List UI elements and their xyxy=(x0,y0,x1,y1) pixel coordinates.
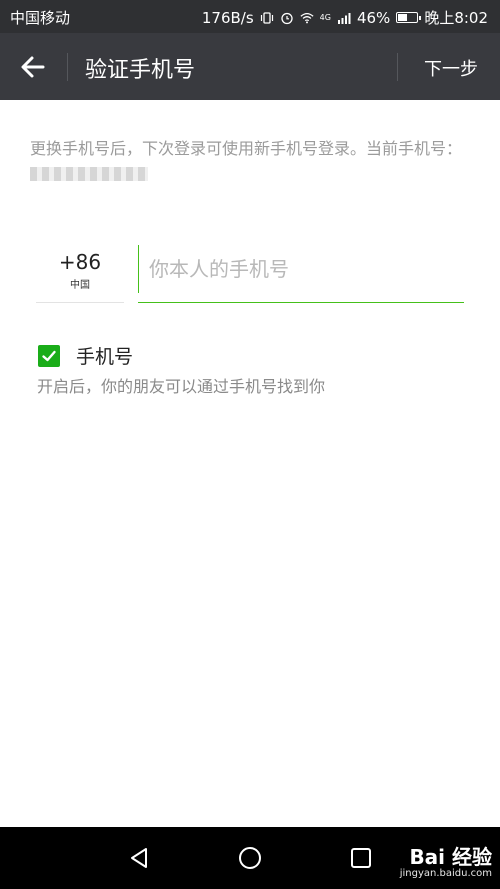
checkmark-icon xyxy=(42,350,56,361)
country-name: 中国 xyxy=(70,280,90,291)
change-phone-description: 更换手机号后，下次登录可使用新手机号登录。当前手机号： xyxy=(30,137,470,185)
phone-discoverable-option[interactable]: 手机号 xyxy=(38,342,133,369)
watermark-url: jingyan.baidu.com xyxy=(399,868,492,879)
phone-discoverable-checkbox[interactable] xyxy=(38,344,60,367)
status-icons: 176B/s 4G 46% 晚上8:02 xyxy=(202,7,488,28)
option-description: 开启后，你的朋友可以通过手机号找到你 xyxy=(37,377,326,396)
wifi-icon xyxy=(300,12,314,23)
title-bar: 验证手机号 下一步 xyxy=(0,33,500,100)
network-speed: 176B/s xyxy=(201,8,254,27)
system-nav-bar: Bai 经验 jingyan.baidu.com xyxy=(0,827,500,889)
country-code-selector[interactable]: +86 中国 xyxy=(36,248,124,303)
next-divider xyxy=(397,53,398,81)
description-text: 更换手机号后，下次登录可使用新手机号登录。当前手机号： xyxy=(30,139,463,158)
country-code: +86 xyxy=(58,250,102,274)
masked-phone-number xyxy=(30,166,148,181)
phone-input-container xyxy=(138,245,464,303)
battery-percent: 46% xyxy=(356,8,391,27)
clock: 晚上8:02 xyxy=(424,9,488,27)
page-title: 验证手机号 xyxy=(85,58,196,83)
carrier-name: 中国移动 xyxy=(10,9,71,27)
baidu-watermark: Bai 经验 jingyan.baidu.com xyxy=(400,841,492,879)
title-divider xyxy=(67,53,68,81)
nav-recent-apps-icon[interactable] xyxy=(350,847,372,869)
option-label: 手机号 xyxy=(76,346,134,368)
alarm-icon xyxy=(281,12,293,24)
vibrate-icon xyxy=(260,11,273,24)
back-arrow-icon[interactable] xyxy=(16,50,50,84)
battery-icon xyxy=(396,12,422,23)
watermark-logo: Bai 经验 xyxy=(409,845,492,869)
nav-back-icon[interactable] xyxy=(128,847,150,869)
status-bar: 中国移动 176B/s 4G 46% 晚上8:02 xyxy=(0,0,500,33)
network-type: 4G xyxy=(319,13,331,22)
next-step-button[interactable]: 下一步 xyxy=(424,55,478,81)
signal-icon xyxy=(337,12,351,24)
phone-number-input[interactable] xyxy=(138,245,464,293)
nav-home-icon[interactable] xyxy=(238,846,262,870)
